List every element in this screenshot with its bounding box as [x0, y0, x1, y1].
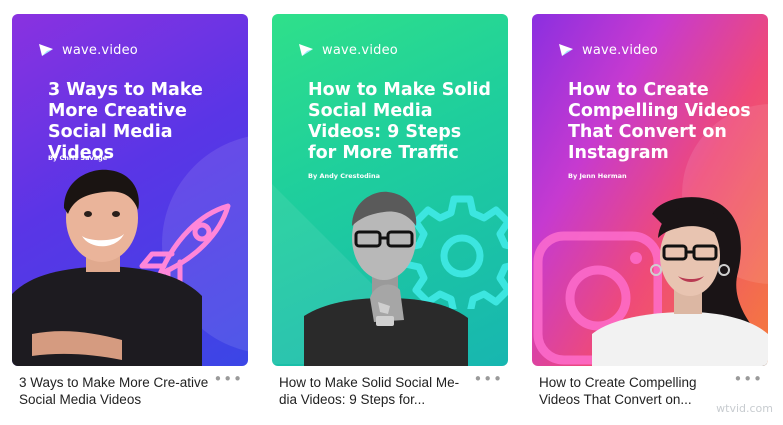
video-thumbnail[interactable]: wave.video How to Create Compelling Vide…: [532, 14, 768, 366]
brand-name: wave.video: [322, 42, 398, 58]
author-byline: By Chris Savage: [48, 154, 108, 162]
wave-video-logo: [299, 44, 313, 56]
video-title[interactable]: How to Create Compelling Videos That Con…: [532, 374, 730, 408]
brand-name: wave.video: [582, 42, 658, 58]
video-card[interactable]: wave.video 3 Ways to Make More Creative …: [12, 14, 248, 408]
cover-title: 3 Ways to Make More Creative Social Medi…: [48, 80, 203, 163]
brand-name: wave.video: [62, 42, 138, 58]
wave-video-logo: [39, 44, 53, 56]
author-photo: [12, 169, 202, 366]
video-thumbnail[interactable]: wave.video How to Make Solid Social Medi…: [272, 14, 508, 366]
video-card[interactable]: wave.video How to Make Solid Social Medi…: [272, 14, 508, 408]
brand: wave.video: [38, 42, 138, 58]
brand: wave.video: [298, 42, 398, 58]
more-options-icon[interactable]: •••: [733, 370, 763, 388]
video-grid: wave.video 3 Ways to Make More Creative …: [0, 0, 783, 425]
author-photo: [592, 197, 768, 366]
more-options-icon[interactable]: •••: [213, 370, 243, 388]
card-meta: 3 Ways to Make More Cre-ative Social Med…: [12, 370, 248, 408]
author-photo: [304, 191, 468, 366]
video-title[interactable]: 3 Ways to Make More Cre-ative Social Med…: [12, 374, 210, 408]
video-thumbnail[interactable]: wave.video 3 Ways to Make More Creative …: [12, 14, 248, 366]
wave-video-logo: [559, 44, 573, 56]
cover-title: How to Create Compelling Videos That Con…: [568, 80, 751, 163]
author-byline: By Andy Crestodina: [308, 172, 380, 180]
watermark: wtvid.com: [716, 402, 773, 415]
more-options-icon[interactable]: •••: [473, 370, 503, 388]
video-title[interactable]: How to Make Solid Social Me-dia Videos: …: [272, 374, 470, 408]
cover-title: How to Make Solid Social Media Videos: 9…: [308, 80, 491, 163]
video-card[interactable]: wave.video How to Create Compelling Vide…: [532, 14, 768, 408]
brand: wave.video: [558, 42, 658, 58]
author-byline: By Jenn Herman: [568, 172, 627, 180]
card-meta: How to Make Solid Social Me-dia Videos: …: [272, 370, 508, 408]
